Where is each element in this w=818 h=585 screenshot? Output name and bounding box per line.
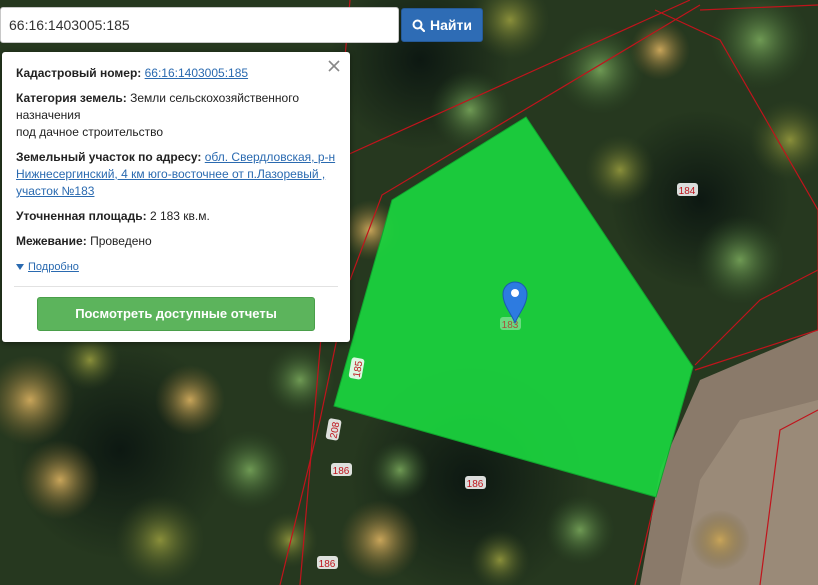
- search-input[interactable]: [0, 7, 399, 43]
- parcel-label-186-a: 186: [333, 466, 350, 477]
- details-link[interactable]: Подробно: [16, 259, 79, 276]
- details-link-label: Подробно: [28, 260, 79, 273]
- area-value: 2 183 кв.м.: [149, 209, 210, 223]
- land-category-value-line2: под дачное строительство: [16, 125, 164, 139]
- view-reports-button[interactable]: Посмотреть доступные отчеты: [37, 296, 315, 331]
- area-label: Уточненная площадь:: [16, 209, 147, 223]
- search-button[interactable]: Найти: [401, 8, 483, 42]
- cadastral-number-row: Кадастровый номер: 66:16:1403005:185: [16, 65, 336, 82]
- survey-row: Межевание: Проведено: [16, 233, 336, 250]
- caret-down-icon: [16, 264, 24, 270]
- survey-value: Проведено: [90, 234, 152, 248]
- close-icon[interactable]: [326, 58, 342, 74]
- search-button-label: Найти: [430, 17, 472, 33]
- survey-label: Межевание:: [16, 234, 87, 248]
- parcel-label-186-b: 186: [467, 479, 484, 490]
- land-category-row: Категория земель: Земли сельскохозяйстве…: [16, 90, 336, 141]
- area-row: Уточненная площадь: 2 183 кв.м.: [16, 208, 336, 225]
- parcel-label-184: 184: [679, 186, 696, 197]
- cadastral-number-link[interactable]: 66:16:1403005:185: [145, 66, 248, 80]
- parcel-label-186-c: 186: [319, 559, 336, 570]
- search-icon: [412, 19, 426, 32]
- address-row: Земельный участок по адресу: обл. Свердл…: [16, 149, 336, 200]
- address-label: Земельный участок по адресу:: [16, 150, 202, 164]
- cadastral-number-label: Кадастровый номер:: [16, 66, 142, 80]
- divider: [14, 285, 338, 287]
- parcel-label-183: 183: [502, 320, 519, 331]
- land-category-label: Категория земель:: [16, 91, 127, 105]
- parcel-info-panel: Кадастровый номер: 66:16:1403005:185 Кат…: [2, 52, 350, 342]
